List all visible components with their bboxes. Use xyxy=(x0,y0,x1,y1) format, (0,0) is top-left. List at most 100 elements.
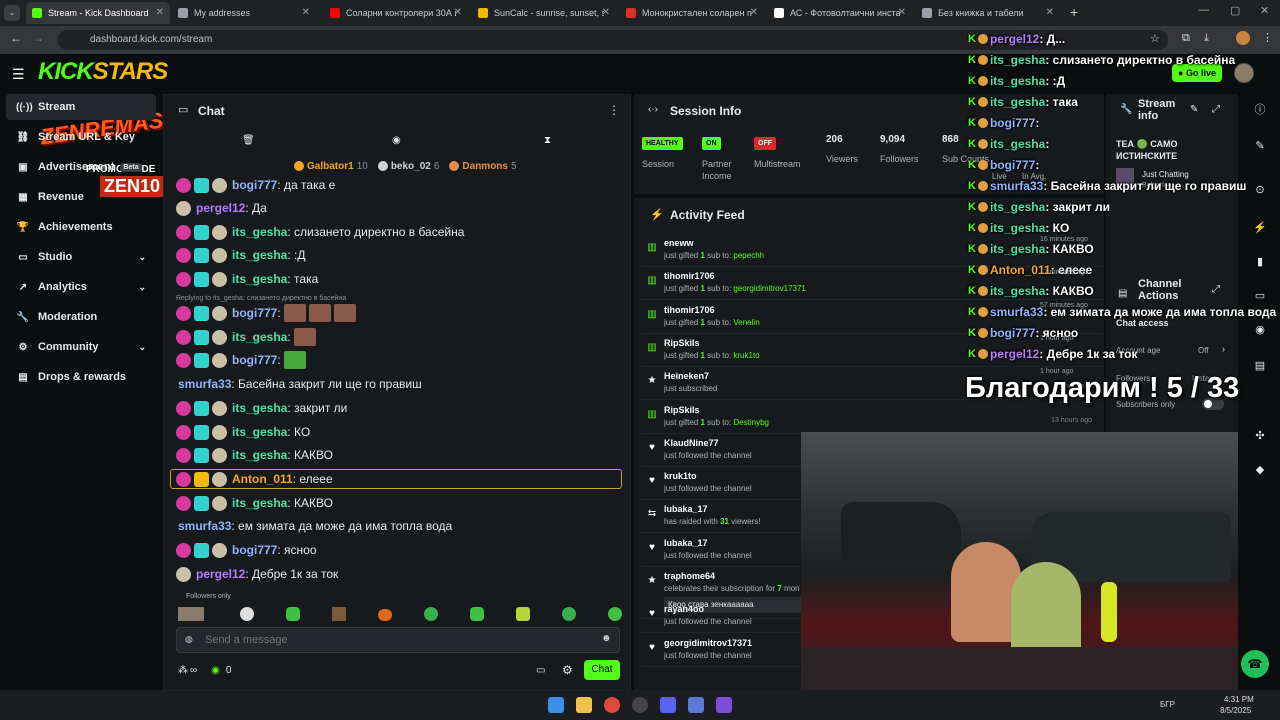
emote-cat-icon[interactable] xyxy=(332,607,346,621)
chat-username[interactable]: its_gesha xyxy=(232,448,287,462)
chat-message[interactable]: pergel12: Дебре 1к за ток xyxy=(176,564,338,584)
tab-close-icon[interactable]: ✕ xyxy=(898,7,906,18)
sidebar-item-advertisement[interactable]: ▣ Advertisement Beta xyxy=(6,154,156,180)
file-explorer-icon[interactable] xyxy=(576,697,592,713)
message-input[interactable]: ◍ ☻ xyxy=(176,627,620,653)
chat-bubble-icon[interactable]: ◉ xyxy=(392,135,401,146)
activity-username[interactable]: tihomir1706 xyxy=(664,305,715,315)
emote-green3-icon[interactable] xyxy=(470,607,484,621)
chat-username[interactable]: its_gesha xyxy=(232,401,287,415)
activity-username[interactable]: RipSkils xyxy=(664,338,700,348)
chat-username[interactable]: smurfa33 xyxy=(178,377,231,391)
chat-username[interactable]: its_gesha xyxy=(232,272,287,286)
tab-close-icon[interactable]: ✕ xyxy=(750,7,758,18)
browser-tab[interactable]: Без книжка и табели ✕ xyxy=(916,2,1060,24)
emote-green4-icon[interactable] xyxy=(562,607,576,621)
chrome-icon[interactable] xyxy=(604,697,620,713)
chat-username[interactable]: its_gesha xyxy=(232,330,287,344)
emote-red-icon[interactable] xyxy=(378,609,392,621)
activity-username[interactable]: Heineken7 xyxy=(664,371,709,381)
chat-message[interactable]: bogi777: да така е xyxy=(176,175,335,195)
emote-green1-icon[interactable] xyxy=(286,607,300,621)
chat-username[interactable]: bogi777 xyxy=(232,353,277,367)
chat-message[interactable]: its_gesha: xyxy=(176,327,316,347)
chat-username[interactable]: pergel12 xyxy=(196,201,245,215)
send-chat-button[interactable]: Chat xyxy=(584,660,620,680)
sidebar-item-stream[interactable]: ((·)) Stream xyxy=(6,94,156,120)
hamburger-menu-icon[interactable]: ☰ xyxy=(12,66,25,83)
sidebar-item-community[interactable]: ⚙ Community ⌄ xyxy=(6,334,156,360)
sidebar-item-achievements[interactable]: 🏆 Achievements xyxy=(6,214,156,240)
tab-close-icon[interactable]: ✕ xyxy=(602,7,610,18)
activity-target[interactable]: Destinybg xyxy=(733,418,769,427)
chat-message[interactable]: its_gesha: така xyxy=(176,269,318,289)
tab-search-icon[interactable]: ⌄ xyxy=(4,5,20,21)
emote-green5-icon[interactable] xyxy=(608,607,622,621)
tray-date[interactable]: 8/5/2025 xyxy=(1220,706,1251,715)
browser-tab[interactable]: АС - Фотоволтаични инсталац...✕ xyxy=(768,2,912,24)
chat-message[interactable]: pergel12: Да xyxy=(176,198,267,218)
new-tab-button[interactable]: + xyxy=(1070,4,1078,20)
activity-username[interactable]: KlaudNine77 xyxy=(664,438,719,448)
close-window-icon[interactable]: ✕ xyxy=(1260,4,1269,17)
tray-time[interactable]: 4:31 PM xyxy=(1224,695,1254,704)
chat-message[interactable]: its_gesha: закрит ли xyxy=(176,398,347,418)
activity-username[interactable]: kruk1to xyxy=(664,471,697,481)
puzzle-icon[interactable]: ✣ xyxy=(1250,426,1270,446)
tab-close-icon[interactable]: ✕ xyxy=(454,7,462,18)
activity-username[interactable]: traphome64 xyxy=(664,571,715,581)
activity-username[interactable]: lubaka_17 xyxy=(664,538,708,548)
activity-username[interactable]: RipSkils xyxy=(664,405,700,415)
discord-icon[interactable] xyxy=(660,697,676,713)
chat-username[interactable]: bogi777 xyxy=(232,543,277,557)
activity-username[interactable]: lubaka_17 xyxy=(664,504,708,514)
maximize-icon[interactable]: ▢ xyxy=(1230,4,1240,17)
activity-target[interactable]: Venelin xyxy=(733,318,759,327)
activity-username[interactable]: eneww xyxy=(664,238,694,248)
chat-message[interactable]: bogi777: xyxy=(176,350,306,370)
calculator-icon[interactable] xyxy=(716,697,732,713)
chat-username[interactable]: pergel12 xyxy=(196,567,245,581)
chat-menu-icon[interactable]: ⋮ xyxy=(608,103,620,117)
browser-tab[interactable]: My addresses ✕ xyxy=(172,2,316,24)
top-gifter[interactable]: Danmons 5 xyxy=(449,159,517,173)
chat-message[interactable]: its_gesha: слизането директно в басейна xyxy=(176,222,464,242)
message-field[interactable] xyxy=(205,632,585,648)
tab-close-icon[interactable]: ✕ xyxy=(1046,7,1054,18)
trash-icon[interactable]: 🗑 xyxy=(242,135,255,146)
chat-username[interactable]: smurfa33 xyxy=(178,519,231,533)
tab-close-icon[interactable]: ✕ xyxy=(302,7,310,18)
browser-tab[interactable]: SunCalc - sunrise, sunset, shad...✕ xyxy=(472,2,616,24)
chat-username[interactable]: bogi777 xyxy=(232,178,277,192)
emoji-icon[interactable]: ☻ xyxy=(601,633,612,644)
chat-message[interactable]: its_gesha: КАКВО xyxy=(176,445,333,465)
top-gifter[interactable]: Galbator1 10 xyxy=(294,159,368,173)
chat-message[interactable]: its_gesha: :Д xyxy=(176,245,306,265)
chat-username[interactable]: its_gesha xyxy=(232,496,287,510)
chat-username[interactable]: Anton_011 xyxy=(232,472,293,486)
emote-green2-icon[interactable] xyxy=(424,607,438,621)
activity-username[interactable]: georgidimitrov17371 xyxy=(664,638,752,648)
chat-message[interactable]: Anton_011: елеее xyxy=(170,469,622,489)
chat-message[interactable]: bogi777: xyxy=(176,303,356,323)
windows-start-icon[interactable] xyxy=(548,697,564,713)
obs-icon[interactable] xyxy=(632,697,648,713)
chat-settings-icon[interactable]: ⚙ xyxy=(562,663,573,677)
top-gifter[interactable]: beko_02 6 xyxy=(377,159,439,173)
chat-message[interactable]: its_gesha: КАКВО xyxy=(176,493,333,513)
sidebar-item-studio[interactable]: ▭ Studio ⌄ xyxy=(6,244,156,270)
share-icon[interactable]: ⁂ xyxy=(178,665,188,676)
sidebar-item-analytics[interactable]: ↗ Analytics ⌄ xyxy=(6,274,156,300)
minimize-icon[interactable]: — xyxy=(1198,4,1209,16)
activity-username[interactable]: rayan4oo xyxy=(664,604,704,614)
activity-target[interactable]: georgidimitrov17371 xyxy=(733,284,806,293)
sidebar-item-drops-rewards[interactable]: ▤ Drops & rewards xyxy=(6,364,156,390)
diamond-icon[interactable]: ◆ xyxy=(1250,460,1270,480)
sidebar-item-revenue[interactable]: ▦ Revenue xyxy=(6,184,156,210)
hourglass-icon[interactable]: ⧗ xyxy=(544,135,551,146)
tray-lang[interactable]: БГР xyxy=(1160,700,1175,709)
chat-rules-icon[interactable]: ▭ xyxy=(536,665,545,676)
support-chat-button[interactable]: ☎ xyxy=(1241,650,1269,678)
sidebar-item-moderation[interactable]: 🔧 Moderation xyxy=(6,304,156,330)
activity-row[interactable]: ▥ RipSkils just gifted 1 sub to: Destinybg… xyxy=(642,401,1102,434)
